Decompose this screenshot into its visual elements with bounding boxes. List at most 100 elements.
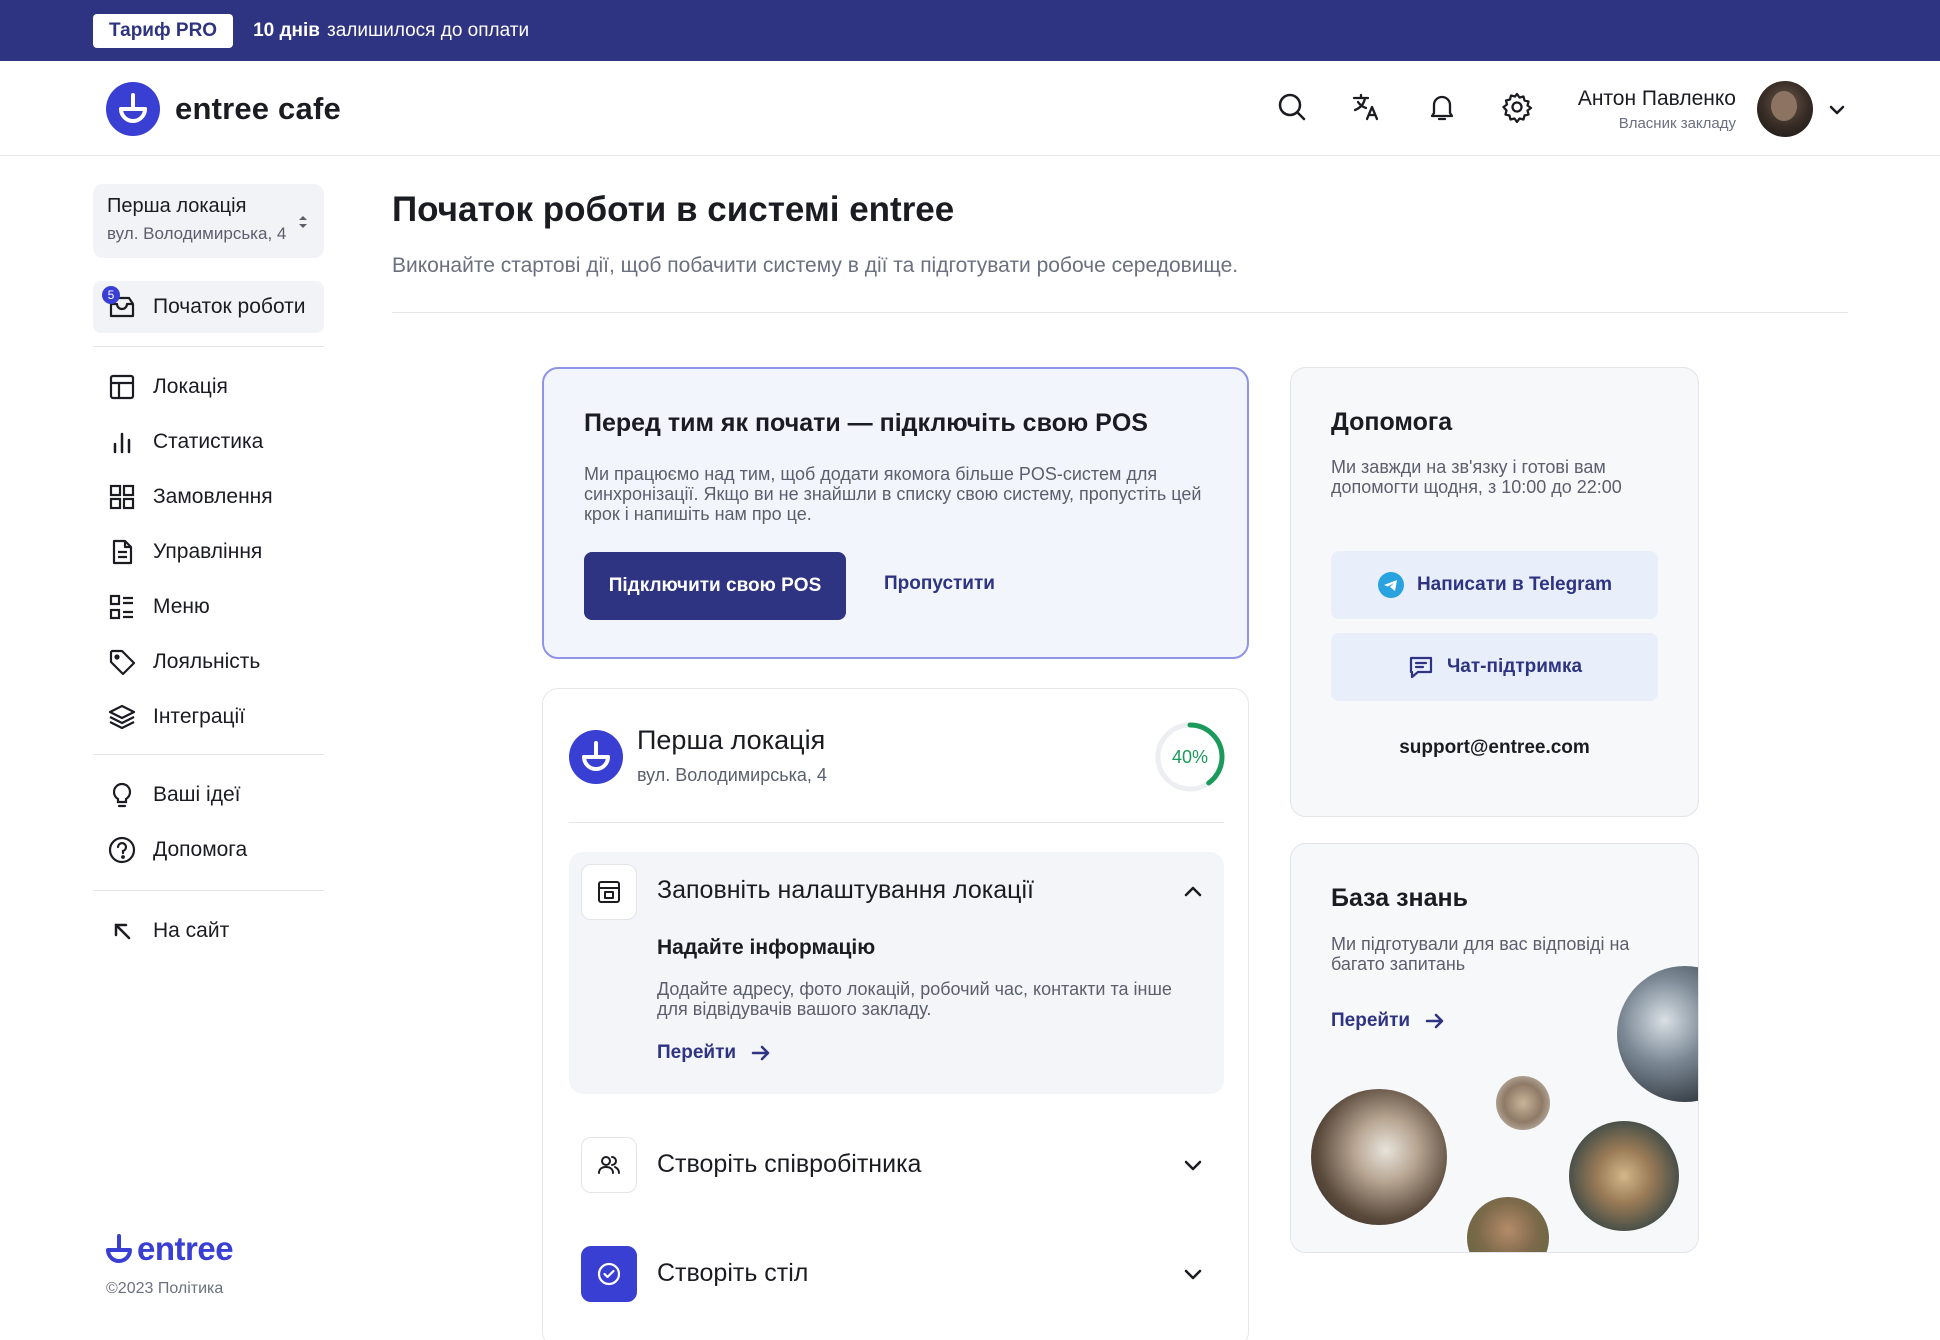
app-logo[interactable]: entree cafe xyxy=(106,82,341,136)
telegram-icon xyxy=(1377,571,1405,599)
sidebar-item-location[interactable]: Локація xyxy=(93,365,324,409)
billing-banner: Тариф PRO 10 днів залишилося до оплати xyxy=(0,0,1940,61)
help-card: Допомога Ми завжди на зв'язку і готові в… xyxy=(1290,367,1699,817)
select-updown-icon xyxy=(296,212,310,237)
sidebar-item-label: Початок роботи xyxy=(153,295,306,318)
policy-link[interactable]: Політика xyxy=(158,1280,223,1297)
footer-logo[interactable]: entree xyxy=(105,1230,234,1268)
waiter-photo xyxy=(1311,1089,1447,1225)
layout-icon xyxy=(107,372,137,402)
location-switcher-name: Перша локація xyxy=(107,195,247,217)
logo-text: entree cafe xyxy=(175,91,341,126)
sidebar-item-management[interactable]: Управління xyxy=(93,530,324,574)
grid-icon xyxy=(107,482,137,512)
document-icon xyxy=(107,537,137,567)
sidebar-item-menu[interactable]: Меню xyxy=(93,585,324,629)
chevron-up-icon[interactable] xyxy=(1181,880,1205,909)
sidebar-item-label: Меню xyxy=(153,595,210,618)
bar-chart-icon xyxy=(107,427,137,457)
user-name: Антон Павленко xyxy=(1577,87,1736,110)
sidebar-item-ideas[interactable]: Ваші ідеї xyxy=(93,773,324,817)
logo-mark-icon xyxy=(106,82,160,136)
chat-support-button[interactable]: Чат-підтримка xyxy=(1331,633,1658,701)
sidebar-item-label: Локація xyxy=(153,375,228,398)
step-subtitle: Надайте інформацію xyxy=(657,936,876,959)
pos-connect-card: Перед тим як почати — підключіть свою PO… xyxy=(542,367,1249,659)
location-switcher-address: вул. Володимирська, 4 xyxy=(107,224,287,243)
avatar[interactable] xyxy=(1757,81,1813,137)
step-title[interactable]: Заповніть налаштування локації xyxy=(657,876,1034,905)
chat-support-label: Чат-підтримка xyxy=(1446,656,1583,677)
sidebar-divider xyxy=(93,346,324,347)
translate-icon[interactable] xyxy=(1347,87,1387,127)
sidebar-item-label: Управління xyxy=(153,540,263,563)
days-left: 10 днів xyxy=(253,19,320,41)
help-text: Ми завжди на зв'язку і готові вам допомо… xyxy=(1331,457,1622,497)
chevron-down-icon[interactable] xyxy=(1181,1153,1205,1182)
location-switcher[interactable]: Перша локація вул. Володимирська, 4 xyxy=(93,184,324,258)
page-title: Початок роботи в системі entree xyxy=(392,190,955,229)
check-circle-icon xyxy=(581,1246,637,1302)
help-circle-icon xyxy=(107,835,137,865)
users-icon xyxy=(581,1137,637,1193)
step-go-link[interactable]: Перейти xyxy=(657,1042,772,1064)
search-icon[interactable] xyxy=(1272,87,1312,127)
sidebar-divider xyxy=(93,890,324,891)
chat-icon xyxy=(1407,653,1435,681)
connect-pos-button[interactable]: Підключити свою POS xyxy=(584,552,846,620)
food-photo xyxy=(1496,1076,1550,1130)
pos-card-text: Ми працюємо над тим, щоб додати якомога … xyxy=(584,464,1202,524)
lightbulb-icon xyxy=(107,780,137,810)
menu-list-icon xyxy=(107,592,137,622)
arrow-right-icon xyxy=(751,1045,770,1061)
days-left-text: залишилося до оплати xyxy=(326,19,530,41)
footer-logo-text: entree xyxy=(137,1230,234,1267)
kb-text: Ми підготували для вас відповіді на бага… xyxy=(1331,934,1630,974)
location-name: Перша локація xyxy=(637,725,826,755)
sidebar-item-label: Замовлення xyxy=(153,485,273,508)
sidebar-item-start[interactable]: 5 Початок роботи xyxy=(93,281,324,333)
gear-icon[interactable] xyxy=(1497,87,1537,127)
bell-icon[interactable] xyxy=(1422,87,1462,127)
user-role: Власник закладу xyxy=(1618,115,1736,132)
step-go-label: Перейти xyxy=(657,1042,737,1063)
chevron-down-icon[interactable] xyxy=(1826,99,1848,126)
arrow-up-left-icon xyxy=(107,916,137,946)
chevron-down-icon[interactable] xyxy=(1181,1262,1205,1291)
progress-label: 40% xyxy=(1171,747,1209,767)
guest-photo xyxy=(1467,1197,1549,1252)
tag-icon xyxy=(107,647,137,677)
sidebar-item-loyalty[interactable]: Лояльність xyxy=(93,640,324,684)
step-title[interactable]: Створіть стіл xyxy=(657,1259,808,1288)
step-title[interactable]: Створіть співробітника xyxy=(657,1150,921,1179)
help-title: Допомога xyxy=(1331,408,1453,436)
sidebar-item-site[interactable]: На сайт xyxy=(93,909,324,953)
arrow-right-icon xyxy=(1425,1013,1444,1029)
kb-go-link[interactable]: Перейти xyxy=(1331,1010,1446,1032)
location-address: вул. Володимирська, 4 xyxy=(637,765,827,785)
restaurant-photo xyxy=(1617,966,1698,1102)
sidebar-item-label: Допомога xyxy=(153,838,248,861)
footer-copyright: ©2023 Політика xyxy=(106,1280,223,1298)
sidebar-item-statistics[interactable]: Статистика xyxy=(93,420,324,464)
sidebar-item-label: Інтеграції xyxy=(153,705,246,728)
step-location-settings: Заповніть налаштування локації Надайте і… xyxy=(569,852,1224,1094)
sidebar-item-help[interactable]: Допомога xyxy=(93,828,324,872)
copyright-text: ©2023 xyxy=(106,1280,154,1297)
location-onboarding-card: Перша локація вул. Володимирська, 4 40% … xyxy=(542,688,1249,1340)
page-subtitle: Виконайте стартові дії, щоб побачити сис… xyxy=(392,254,1239,277)
pos-card-title: Перед тим як почати — підключіть свою PO… xyxy=(584,409,1148,437)
sidebar-item-integrations[interactable]: Інтеграції xyxy=(93,695,324,739)
telegram-button[interactable]: Написати в Telegram xyxy=(1331,551,1658,619)
support-email[interactable]: support@entree.com xyxy=(1331,737,1658,759)
store-icon xyxy=(581,864,637,920)
plan-badge[interactable]: Тариф PRO xyxy=(93,13,234,48)
location-logo-icon xyxy=(569,730,623,784)
skip-button[interactable]: Пропустити xyxy=(884,573,995,595)
sidebar-item-orders[interactable]: Замовлення xyxy=(93,475,324,519)
sidebar-item-label: На сайт xyxy=(153,919,230,942)
footer-logo-mark-icon xyxy=(106,1234,132,1263)
telegram-label: Написати в Telegram xyxy=(1416,574,1613,595)
content-divider xyxy=(392,312,1848,313)
step-description: Додайте адресу, фото локацій, робочий ча… xyxy=(657,979,1172,1019)
